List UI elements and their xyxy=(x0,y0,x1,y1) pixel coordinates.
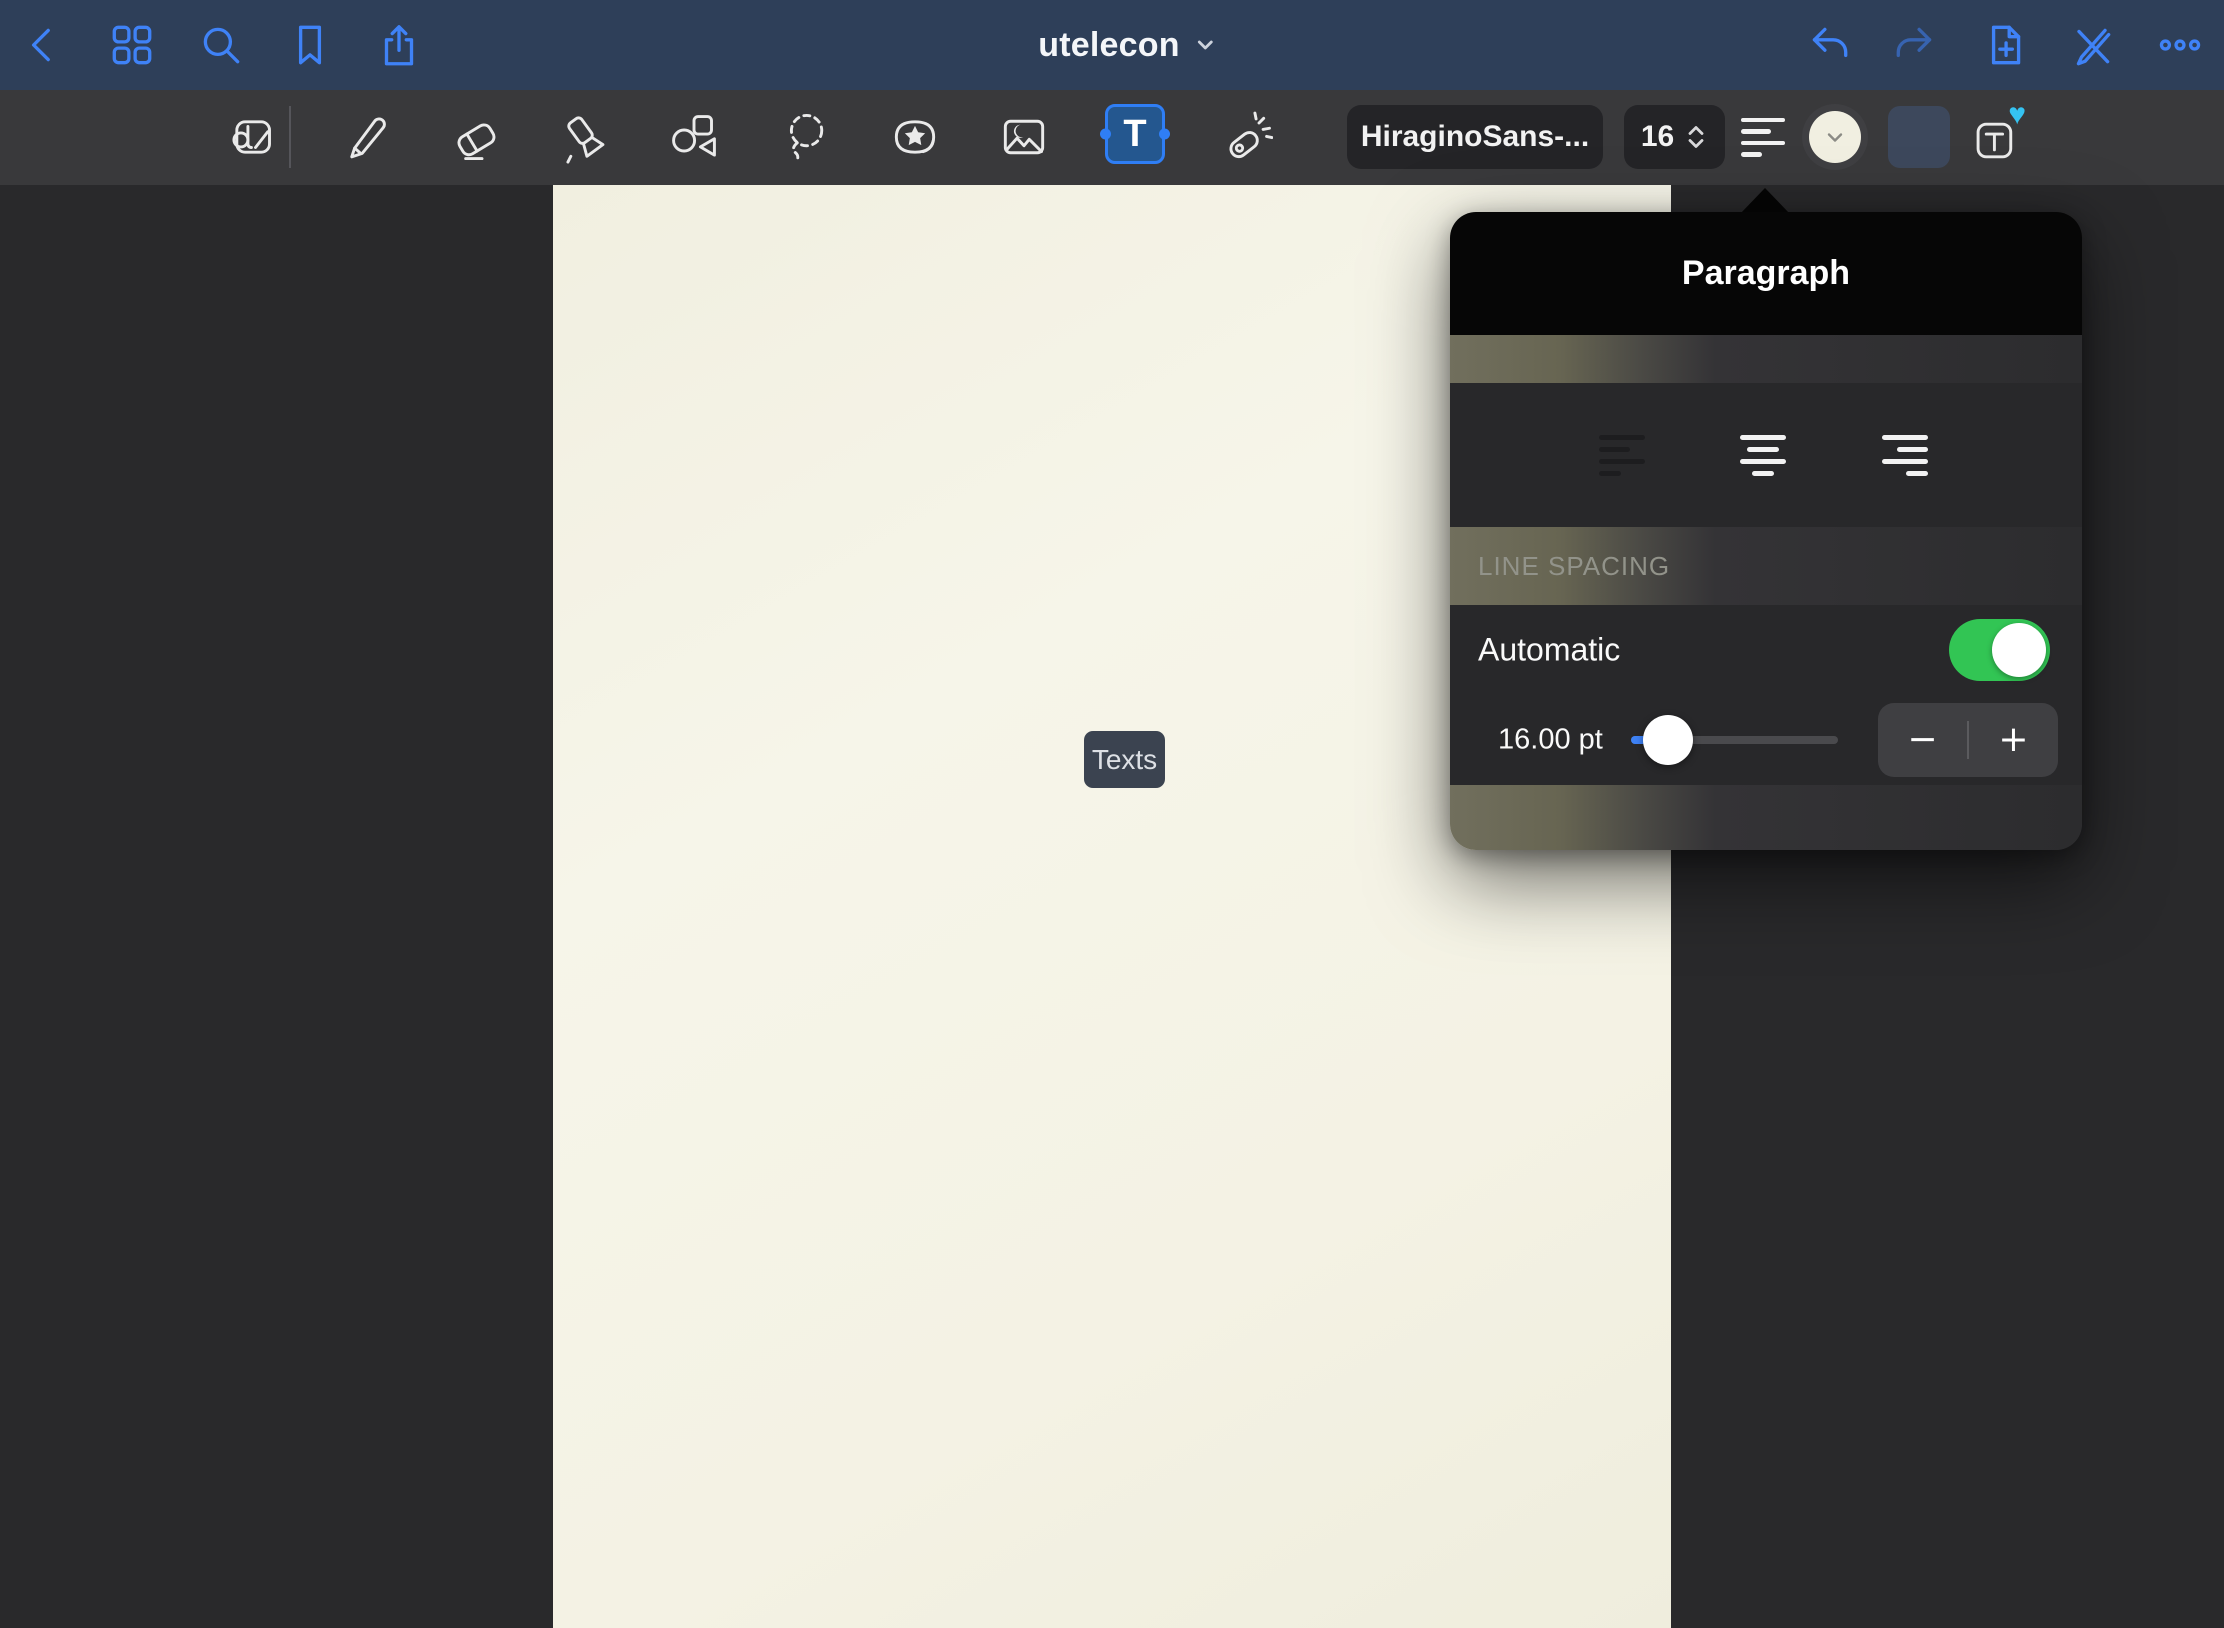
paragraph-alignment-button[interactable] xyxy=(1730,104,1796,170)
tool-highlighter[interactable] xyxy=(553,104,619,170)
align-left-icon xyxy=(1599,435,1645,476)
tool-lasso[interactable] xyxy=(773,104,839,170)
pen-icon xyxy=(336,109,392,165)
chevron-down-icon xyxy=(1194,33,1218,57)
eraser-icon xyxy=(447,109,503,165)
align-right-icon xyxy=(1882,435,1928,476)
tool-laser-pointer[interactable] xyxy=(1212,104,1278,170)
read-only-mode-button[interactable] xyxy=(2059,12,2125,78)
sticker-star-icon xyxy=(887,109,943,165)
text-object[interactable]: Texts xyxy=(1084,731,1165,788)
tool-shapes[interactable] xyxy=(661,104,727,170)
paragraph-popover: Paragraph LINE SPACING Automatic xyxy=(1450,212,2082,850)
align-center-option[interactable] xyxy=(1740,414,1786,496)
tool-handwriting[interactable] xyxy=(219,104,285,170)
spacing-slider-thumb[interactable] xyxy=(1643,715,1693,765)
editing-toolbar: T HiraginoSans-... 16 ♥ xyxy=(0,90,2224,185)
navbar-left-group xyxy=(10,12,432,78)
align-right-option[interactable] xyxy=(1882,414,1928,496)
add-page-icon xyxy=(1979,20,2029,70)
top-navigation-bar: utelecon xyxy=(0,0,2224,90)
font-family-label: HiraginoSans-... xyxy=(1361,120,1589,154)
font-size-button[interactable]: 16 xyxy=(1624,105,1725,169)
alignment-row xyxy=(1450,383,2082,527)
shapes-icon xyxy=(666,109,722,165)
text-color-button[interactable] xyxy=(1802,104,1868,170)
popover-arrow xyxy=(1740,188,1790,214)
text-tool-glyph: T xyxy=(1123,115,1146,153)
spacing-value-row: 16.00 pt − + xyxy=(1450,695,2082,785)
bookmark-icon xyxy=(285,20,335,70)
chevron-down-icon xyxy=(1822,124,1848,150)
stepper-chevrons-icon xyxy=(1684,123,1708,151)
tool-image[interactable] xyxy=(991,104,1057,170)
line-spacing-controls: Automatic 16.00 pt − + xyxy=(1450,605,2082,785)
navbar-right-group xyxy=(1795,12,2213,78)
lasso-icon xyxy=(778,109,834,165)
handwriting-icon xyxy=(224,109,280,165)
bookmark-button[interactable] xyxy=(277,12,343,78)
spacing-increase-button[interactable]: + xyxy=(1969,703,2058,777)
more-options-button[interactable] xyxy=(2147,12,2213,78)
pencil-slash-icon xyxy=(2067,20,2117,70)
laser-pointer-icon xyxy=(1217,109,1273,165)
spacing-value: 16.00 pt xyxy=(1498,724,1603,757)
toolbar-divider xyxy=(289,106,291,168)
thumbnail-grid-button[interactable] xyxy=(99,12,165,78)
spacing-decrease-button[interactable]: − xyxy=(1878,703,1967,777)
grid-view-icon xyxy=(107,20,157,70)
popover-panel: Paragraph LINE SPACING Automatic xyxy=(1450,212,2082,850)
back-chevron-icon xyxy=(18,20,68,70)
search-icon xyxy=(196,20,246,70)
popover-band-bottom xyxy=(1450,785,2082,850)
spacing-stepper: − + xyxy=(1878,703,2058,777)
align-left-icon xyxy=(1741,118,1785,157)
color-swatch-cream xyxy=(1809,111,1861,163)
redo-icon xyxy=(1891,20,1941,70)
image-icon xyxy=(996,109,1052,165)
automatic-label: Automatic xyxy=(1478,632,1620,669)
font-family-button[interactable]: HiraginoSans-... xyxy=(1347,105,1603,169)
line-spacing-section-header: LINE SPACING xyxy=(1450,527,2082,605)
tool-elements[interactable] xyxy=(882,104,948,170)
line-spacing-label: LINE SPACING xyxy=(1478,551,1670,582)
tool-text-selected[interactable]: T xyxy=(1105,104,1165,164)
notes-app-screen: utelecon xyxy=(0,0,2224,1628)
add-page-button[interactable] xyxy=(1971,12,2037,78)
font-size-value: 16 xyxy=(1641,120,1674,154)
tool-pen[interactable] xyxy=(331,104,397,170)
document-title: utelecon xyxy=(1038,26,1179,65)
share-icon xyxy=(374,20,424,70)
redo-button[interactable] xyxy=(1883,12,1949,78)
dimmed-selection-highlight xyxy=(1888,106,1950,168)
automatic-toggle-on[interactable] xyxy=(1949,619,2050,681)
popover-header: Paragraph xyxy=(1450,212,2082,335)
favorite-text-style-button[interactable]: ♥ xyxy=(1962,104,2028,170)
toggle-knob xyxy=(1992,623,2046,677)
tool-eraser[interactable] xyxy=(442,104,508,170)
undo-icon xyxy=(1803,20,1853,70)
back-button[interactable] xyxy=(10,12,76,78)
share-button[interactable] xyxy=(366,12,432,78)
undo-button[interactable] xyxy=(1795,12,1861,78)
automatic-row: Automatic xyxy=(1450,605,2082,695)
heart-badge-icon: ♥ xyxy=(2008,100,2026,130)
document-title-button[interactable]: utelecon xyxy=(1032,0,1223,90)
align-left-option-selected[interactable] xyxy=(1590,414,1654,496)
highlighter-icon xyxy=(558,109,614,165)
ellipsis-icon xyxy=(2155,20,2205,70)
popover-title: Paragraph xyxy=(1682,254,1850,293)
search-button[interactable] xyxy=(188,12,254,78)
text-object-label: Texts xyxy=(1092,744,1157,776)
align-center-icon xyxy=(1740,435,1786,476)
popover-band-top xyxy=(1450,335,2082,383)
